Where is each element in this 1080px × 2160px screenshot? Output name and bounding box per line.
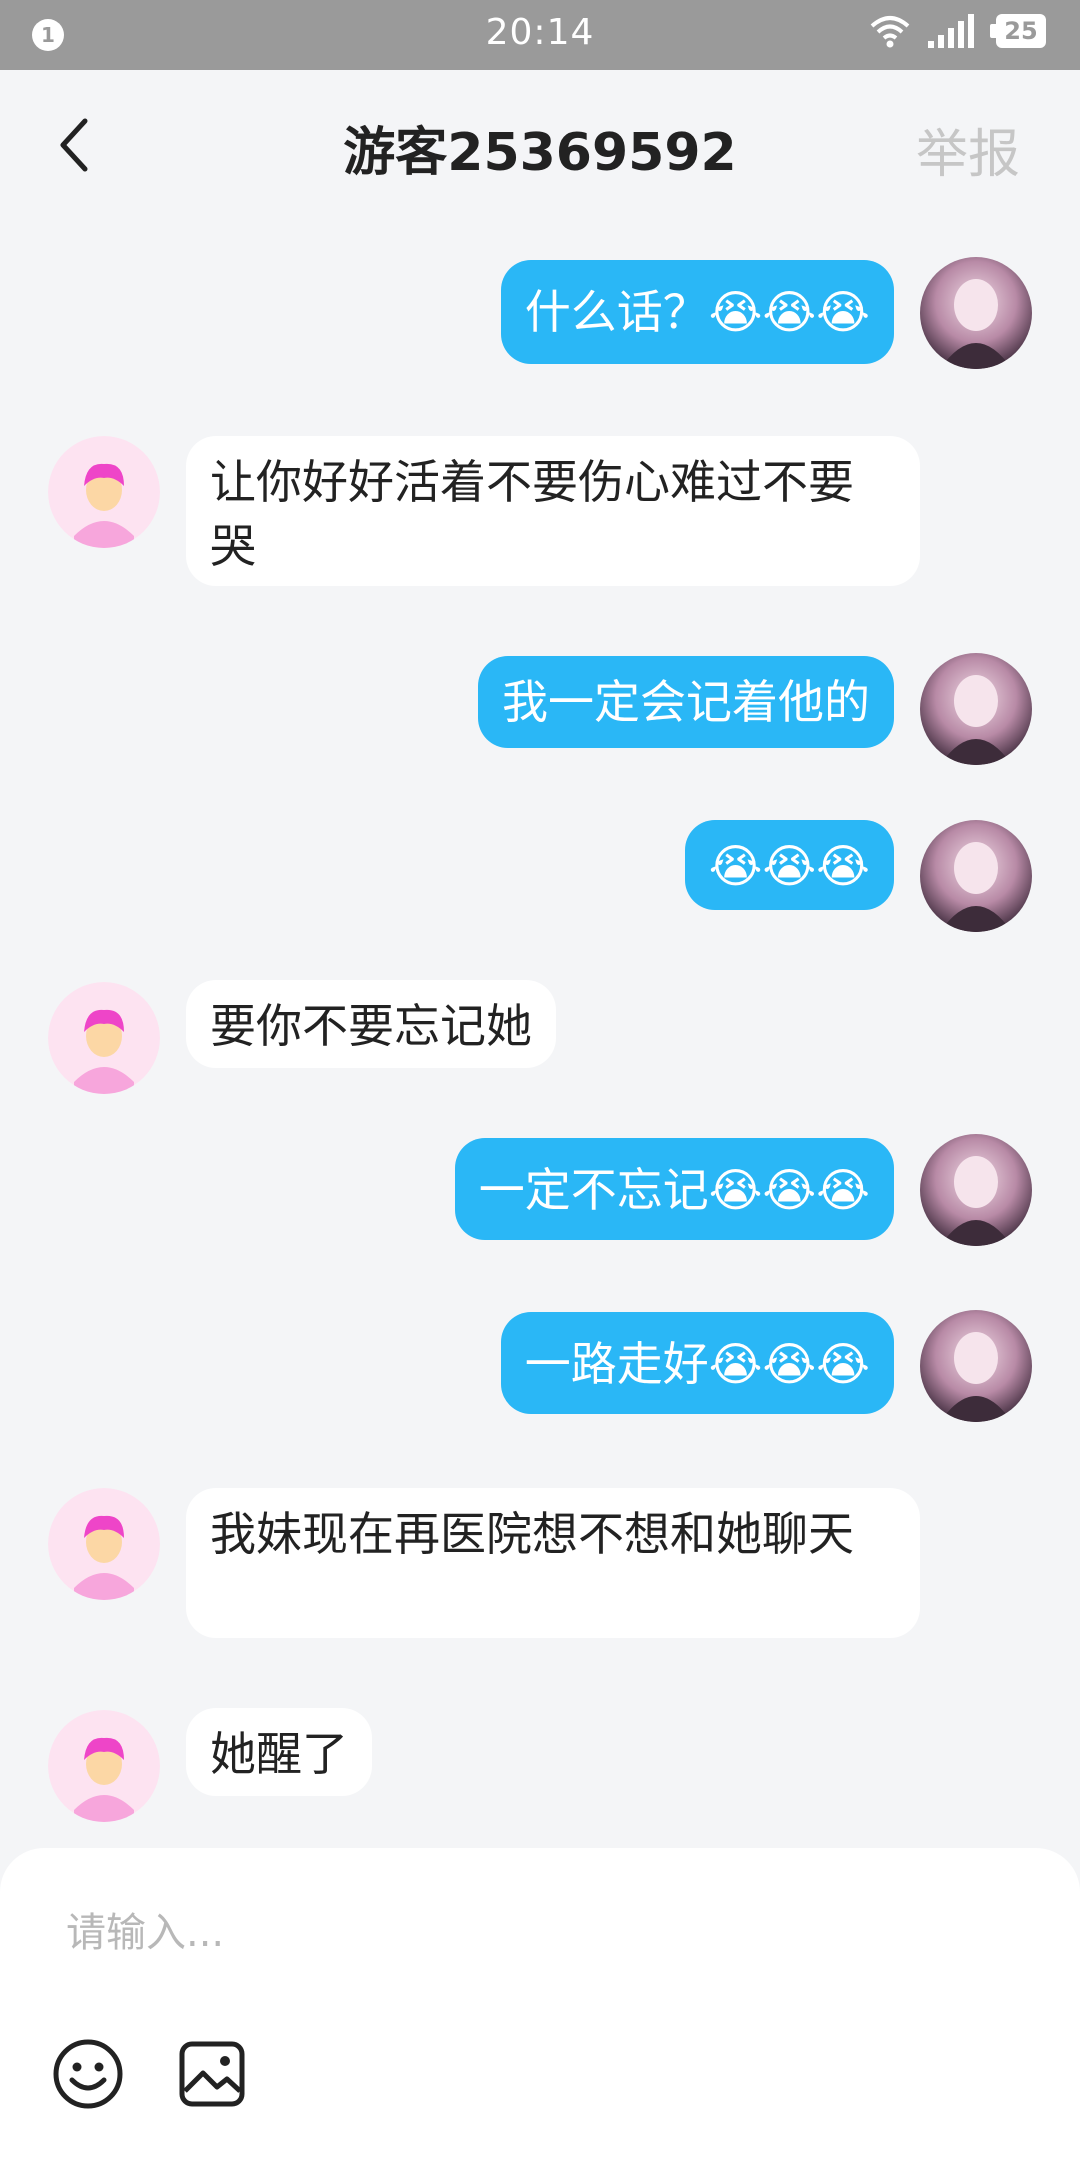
signal-icon xyxy=(928,14,974,48)
my-avatar[interactable] xyxy=(920,257,1032,369)
message-bubble[interactable]: 一定不忘记😭😭😭 xyxy=(454,1138,894,1240)
my-avatar[interactable] xyxy=(920,1310,1032,1422)
message-bubble[interactable]: 她醒了 xyxy=(186,1708,372,1796)
message-bubble[interactable]: 😭😭😭 xyxy=(684,820,894,910)
report-button[interactable]: 举报 xyxy=(916,112,1020,187)
message-bubble[interactable]: 要你不要忘记她 xyxy=(186,980,556,1068)
friend-avatar[interactable] xyxy=(48,982,160,1094)
battery-icon: 25 xyxy=(990,14,1046,48)
default-user-avatar-icon xyxy=(48,1488,160,1600)
wifi-icon xyxy=(870,16,910,48)
my-avatar[interactable] xyxy=(920,653,1032,765)
status-icons: 25 xyxy=(870,14,1046,48)
emoji-button[interactable] xyxy=(48,2034,128,2114)
message-bubble[interactable]: 我妹现在再医院想不想和她聊天 xyxy=(186,1488,920,1638)
avatar-image-icon xyxy=(920,257,1032,369)
status-bar: 1 20:14 25 xyxy=(0,0,1080,70)
input-bar xyxy=(0,1848,1080,2160)
chat-header: 游客25369592 举报 xyxy=(0,70,1080,220)
image-button[interactable] xyxy=(172,2034,252,2114)
avatar-image-icon xyxy=(920,820,1032,932)
message-bubble[interactable]: 让你好好活着不要伤心难过不要哭 xyxy=(186,436,920,586)
default-user-avatar-icon xyxy=(48,436,160,548)
message-bubble[interactable]: 什么话？😭😭😭 xyxy=(500,260,894,364)
avatar-image-icon xyxy=(920,1310,1032,1422)
my-avatar[interactable] xyxy=(920,1134,1032,1246)
friend-avatar[interactable] xyxy=(48,1710,160,1822)
default-user-avatar-icon xyxy=(48,982,160,1094)
friend-avatar[interactable] xyxy=(48,1488,160,1600)
avatar-image-icon xyxy=(920,1134,1032,1246)
message-bubble[interactable]: 一路走好😭😭😭 xyxy=(500,1312,894,1414)
avatar-image-icon xyxy=(920,653,1032,765)
message-list[interactable]: 什么话？😭😭😭 让你好好活着不要伤心难过不要哭 我一定会记着他的 😭😭😭 要你不… xyxy=(0,220,1080,1850)
message-bubble[interactable]: 我一定会记着他的 xyxy=(478,656,894,748)
friend-avatar[interactable] xyxy=(48,436,160,548)
smiley-icon xyxy=(53,2039,123,2109)
message-input[interactable] xyxy=(64,1896,968,1970)
image-icon xyxy=(179,2041,245,2107)
default-user-avatar-icon xyxy=(48,1710,160,1822)
my-avatar[interactable] xyxy=(920,820,1032,932)
